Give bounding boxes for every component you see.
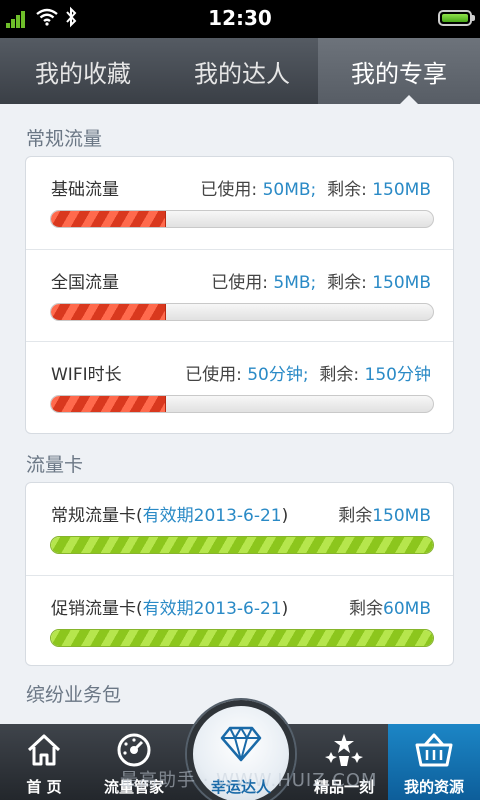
tab-my-experts[interactable]: 我的达人 — [166, 38, 318, 104]
section-title-service-packs: 缤纷业务包 — [26, 684, 122, 706]
progress-bar — [50, 629, 434, 647]
main-content: 常规流量 基础流量 已使用: 50MB; 剩余: 150MB 全国流量 已使用:… — [0, 104, 480, 724]
nav-label: 首 页 — [26, 778, 62, 796]
row-usage-info: 已使用: 50MB; 剩余: 150MB — [200, 180, 431, 200]
section-title-traffic-cards: 流量卡 — [26, 454, 84, 476]
row-usage-info: 已使用: 5MB; 剩余: 150MB — [211, 273, 431, 293]
section-title-regular-traffic: 常规流量 — [26, 128, 103, 150]
traffic-cards-card: 常规流量卡(有效期2013-6-21) 剩余150MB 促销流量卡(有效期201… — [25, 482, 454, 666]
progress-bar — [50, 210, 434, 228]
row-label: 常规流量卡(有效期2013-6-21) — [51, 506, 289, 526]
tab-my-exclusive[interactable]: 我的专享 — [318, 38, 480, 104]
nav-home[interactable]: 首 页 — [0, 724, 88, 800]
diamond-icon — [220, 726, 262, 762]
row-remaining-info: 剩余150MB — [338, 506, 431, 526]
traffic-card-row-promo[interactable]: 促销流量卡(有效期2013-6-21) 剩余60MB — [26, 575, 453, 667]
progress-bar — [50, 395, 434, 413]
progress-bar — [50, 303, 434, 321]
tab-my-favorites[interactable]: 我的收藏 — [0, 38, 166, 104]
battery-icon — [438, 10, 475, 26]
traffic-row-wifi[interactable]: WIFI时长 已使用: 50分钟; 剩余: 150分钟 — [26, 341, 453, 433]
row-label: 促销流量卡(有效期2013-6-21) — [51, 599, 289, 619]
row-remaining-info: 剩余60MB — [349, 599, 431, 619]
traffic-row-national[interactable]: 全国流量 已使用: 5MB; 剩余: 150MB — [26, 249, 453, 341]
row-usage-info: 已使用: 50分钟; 剩余: 150分钟 — [185, 365, 431, 385]
regular-traffic-card: 基础流量 已使用: 50MB; 剩余: 150MB 全国流量 已使用: 5MB;… — [25, 156, 454, 434]
clock: 12:30 — [208, 6, 272, 30]
basket-icon — [415, 733, 453, 767]
row-label: 基础流量 — [51, 180, 119, 200]
nav-label: 我的资源 — [403, 778, 464, 796]
row-label: WIFI时长 — [51, 365, 122, 385]
traffic-row-basic[interactable]: 基础流量 已使用: 50MB; 剩余: 150MB — [26, 157, 453, 249]
traffic-card-row-regular[interactable]: 常规流量卡(有效期2013-6-21) 剩余150MB — [26, 483, 453, 575]
nav-my-resources[interactable]: 我的资源 — [388, 724, 480, 800]
home-icon — [27, 734, 61, 766]
status-bar: 12:30 — [0, 0, 480, 38]
sparkle-stars-icon — [325, 734, 363, 766]
progress-bar — [50, 536, 434, 554]
watermark: 最高助手 · WWW.HUIZ.COM — [120, 770, 378, 791]
top-tabs: 我的收藏 我的达人 我的专享 — [0, 38, 480, 104]
gauge-icon — [117, 733, 151, 767]
row-label: 全国流量 — [51, 273, 119, 293]
